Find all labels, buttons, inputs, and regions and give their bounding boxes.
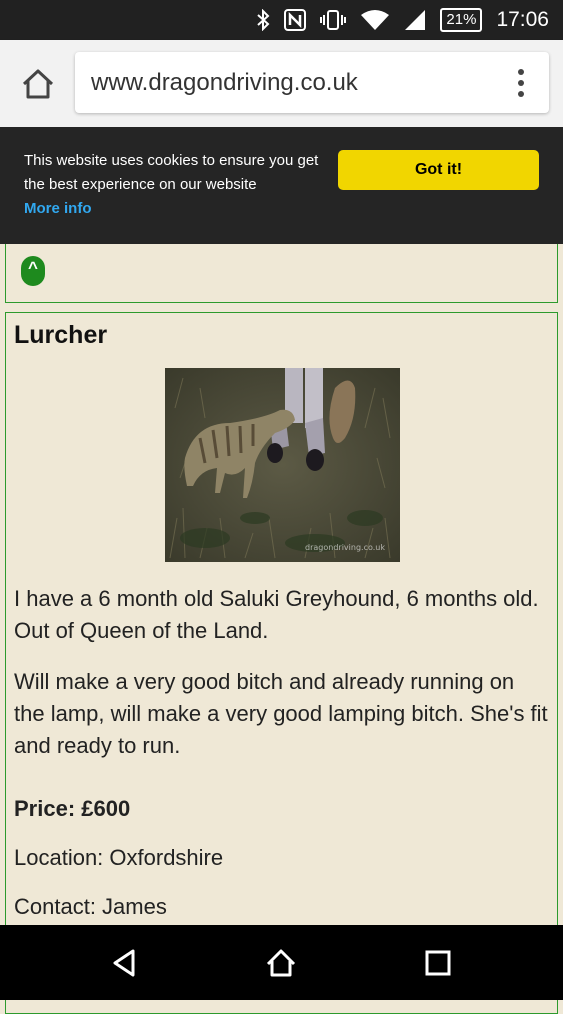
cookie-banner: This website uses cookies to ensure you … — [0, 127, 563, 244]
dog-photo-image: dragondriving.co.uk — [165, 368, 400, 562]
listing-card: Lurcher dragondriving.co.uk I have a 6 m… — [5, 312, 558, 1014]
android-nav-bar — [0, 925, 563, 1000]
back-icon[interactable] — [109, 947, 141, 979]
previous-listing-box: ^ — [5, 244, 558, 303]
browser-toolbar: www.dragondriving.co.uk — [0, 40, 563, 127]
got-it-button[interactable]: Got it! — [338, 150, 539, 190]
dog-photo: dragondriving.co.uk — [165, 368, 400, 562]
home-nav-icon[interactable] — [265, 947, 297, 979]
listing-title: Lurcher — [14, 321, 108, 349]
menu-dots-icon[interactable] — [517, 69, 525, 99]
cookie-message-block: This website uses cookies to ensure you … — [24, 149, 324, 221]
url-field[interactable]: www.dragondriving.co.uk — [75, 52, 549, 113]
signal-icon — [405, 10, 426, 30]
more-info-link[interactable]: More info — [24, 200, 92, 217]
nfc-icon — [284, 9, 307, 31]
photo-watermark: dragondriving.co.uk — [305, 543, 385, 552]
listing-price: Price: £600 — [14, 796, 131, 821]
cookie-message: This website uses cookies to ensure you … — [24, 152, 319, 193]
home-icon[interactable] — [20, 66, 56, 102]
url-text: www.dragondriving.co.uk — [91, 69, 358, 96]
wifi-icon — [361, 10, 390, 30]
listing-description-1: I have a 6 month old Saluki Greyhound, 6… — [14, 586, 539, 643]
listing-contact: Contact: James — [14, 894, 167, 919]
bluetooth-icon — [257, 9, 270, 31]
battery-icon: 21% — [440, 8, 483, 32]
clock: 17:06 — [496, 8, 549, 31]
status-bar: 21% 17:06 — [0, 0, 563, 40]
recents-icon[interactable] — [422, 947, 454, 979]
listing-description-2: Will make a very good bitch and already … — [14, 669, 548, 758]
status-icons: 21% 17:06 — [256, 0, 549, 40]
vibrate-icon — [320, 10, 347, 30]
listing-location: Location: Oxfordshire — [14, 845, 224, 870]
scroll-up-button[interactable]: ^ — [21, 256, 45, 286]
